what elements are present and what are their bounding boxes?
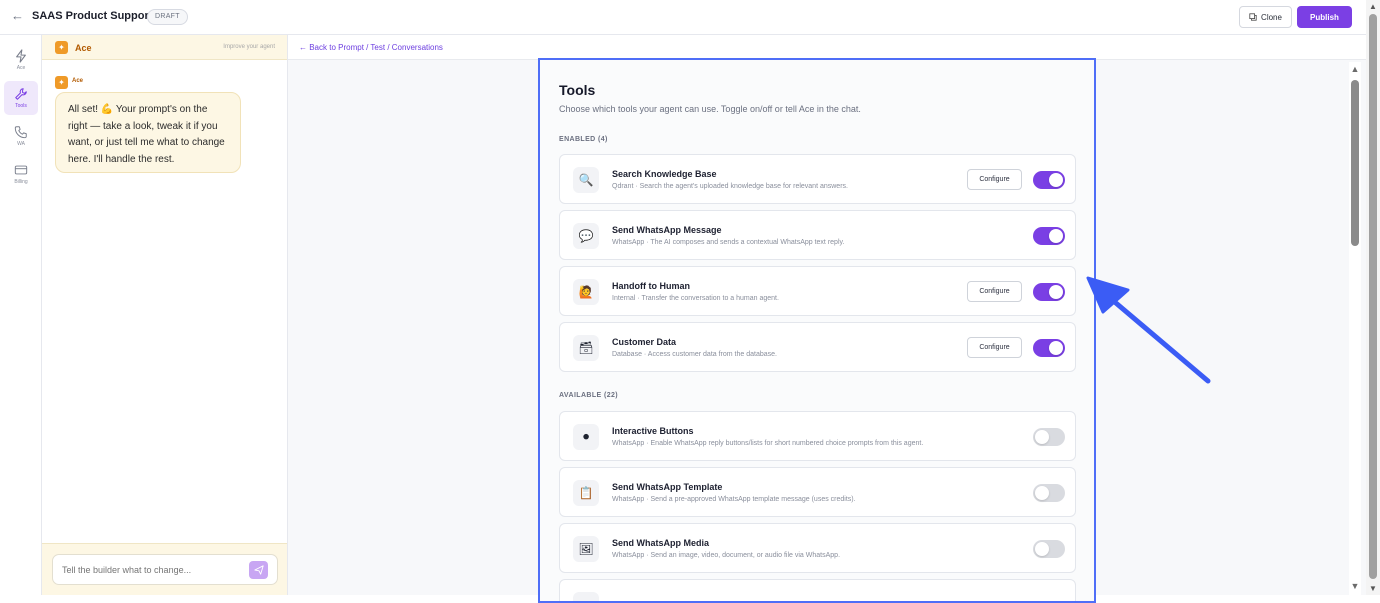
tools-subtitle: Choose which tools your agent can use. T… [559,104,861,114]
toggle-knob [1049,173,1063,187]
available-section-label: AVAILABLE (22) [559,392,619,399]
tool-icon [573,592,599,601]
ace-avatar-icon: ✦ [55,41,68,54]
toggle-knob [1035,486,1049,500]
tool-name: Customer Data [612,337,677,347]
send-button[interactable] [249,561,268,579]
page-scroll-up-icon[interactable]: ▲ [1366,2,1380,11]
configure-button[interactable]: Configure [967,281,1022,302]
top-bar: ← SAAS Product Support DRAFT Clone Publi… [0,0,1380,35]
rail-item-wa[interactable]: WA [4,119,38,153]
page-scroll-down-icon[interactable]: ▼ [1366,584,1380,593]
tool-name: Handoff to Human [612,281,690,291]
tool-description: WhatsApp · Send a pre-approved WhatsApp … [612,496,856,503]
phone-icon [14,126,27,139]
rail-label: Ace [16,65,26,71]
clipboard-icon: 📋 [573,480,599,506]
builder-chat-input[interactable] [52,554,278,585]
rail-label: WA [17,141,25,147]
toggle-knob [1049,341,1063,355]
tool-toggle[interactable] [1033,428,1065,446]
tool-name: Interactive Buttons [612,426,694,436]
tool-toggle[interactable] [1033,283,1065,301]
agent-title: SAAS Product Support [32,10,153,22]
tool-card-search-knowledge-base: 🔍 Search Knowledge Base Qdrant · Search … [559,154,1076,204]
tool-description: WhatsApp · Enable WhatsApp reply buttons… [612,440,924,447]
rail-item-ace[interactable]: Ace [4,43,38,77]
breadcrumb-bar: ← Back to Prompt / Test / Conversations [288,35,1380,60]
tool-description: WhatsApp · The AI composes and sends a c… [612,239,845,246]
copy-icon [1249,13,1257,21]
tool-card-send-whatsapp-template: 📋 Send WhatsApp Template WhatsApp · Send… [559,467,1076,517]
tool-name: Send WhatsApp Message [612,225,722,235]
speech-bubble-icon: 💬 [573,223,599,249]
magnifier-icon: 🔍 [573,167,599,193]
enabled-section-label: ENABLED (4) [559,136,608,143]
card-icon [14,165,28,175]
tools-panel: Tools Choose which tools your agent can … [538,58,1096,603]
tool-card-handoff-to-human: 🙋 Handoff to Human Internal · Transfer t… [559,266,1076,316]
annotation-arrow-icon [1086,276,1211,384]
toggle-knob [1049,285,1063,299]
radio-button-icon: ⚫ [573,424,599,450]
configure-button[interactable]: Configure [967,169,1022,190]
page-scroll-thumb[interactable] [1369,14,1377,579]
tool-card-send-whatsapp-media: 🖼 Send WhatsApp Media WhatsApp · Send an… [559,523,1076,573]
tool-card-customer-data: 🗃 Customer Data Database · Access custom… [559,322,1076,372]
raised-hand-icon: 🙋 [573,279,599,305]
message-author: Ace [72,78,84,84]
toggle-knob [1049,229,1063,243]
tool-toggle[interactable] [1033,339,1065,357]
scroll-up-icon[interactable]: ▲ [1349,64,1361,74]
ace-avatar-icon: ✦ [55,76,68,89]
assistant-message: All set! 💪 Your prompt's on the right — … [55,92,241,173]
back-arrow-icon[interactable]: ← [11,9,25,23]
rail-item-billing[interactable]: Billing [4,157,38,191]
tool-name: Send WhatsApp Template [612,482,723,492]
toggle-knob [1035,430,1049,444]
tool-description: Qdrant · Search the agent's uploaded kno… [612,183,848,190]
tool-toggle[interactable] [1033,227,1065,245]
clone-label: Clone [1261,12,1282,22]
send-icon [253,565,264,575]
toggle-knob [1035,542,1049,556]
framed-picture-icon: 🖼 [573,536,599,562]
tool-card-send-whatsapp-message: 💬 Send WhatsApp Message WhatsApp · The A… [559,210,1076,260]
page-title: Tools [559,82,596,98]
rail-label: Tools [15,103,27,109]
tool-card-partial [559,579,1076,601]
clone-button[interactable]: Clone [1239,6,1292,28]
tool-name: Send WhatsApp Media [612,538,710,548]
chat-footer [42,543,287,595]
configure-button[interactable]: Configure [967,337,1022,358]
bolt-icon [16,49,26,63]
card-file-box-icon: 🗃 [573,335,599,361]
tool-name: Search Knowledge Base [612,169,717,179]
tool-description: WhatsApp · Send an image, video, documen… [612,552,841,559]
scroll-thumb[interactable] [1351,80,1359,246]
status-badge: DRAFT [147,9,188,25]
chat-header: ✦ Ace Improve your agent [42,35,287,60]
back-to-prompt-link[interactable]: ← Back to Prompt / Test / Conversations [299,43,443,52]
improve-agent-label: Improve your agent [223,44,275,50]
tool-toggle[interactable] [1033,540,1065,558]
tool-card-interactive-buttons: ⚫ Interactive Buttons WhatsApp · Enable … [559,411,1076,461]
tool-toggle[interactable] [1033,171,1065,189]
rail-item-tools[interactable]: Tools [4,81,38,115]
tool-description: Database · Access customer data from the… [612,351,777,358]
tool-description: Internal · Transfer the conversation to … [612,295,779,302]
left-rail: Ace Tools WA Billing [0,35,42,595]
builder-chat-panel: ✦ Ace Improve your agent ✦ Ace All set! … [42,35,288,595]
wrench-icon [15,88,27,100]
rail-label: Billing [14,179,28,185]
chat-title: Ace [75,43,92,53]
scroll-down-icon[interactable]: ▼ [1349,581,1361,591]
tool-toggle[interactable] [1033,484,1065,502]
publish-button[interactable]: Publish [1297,6,1352,28]
